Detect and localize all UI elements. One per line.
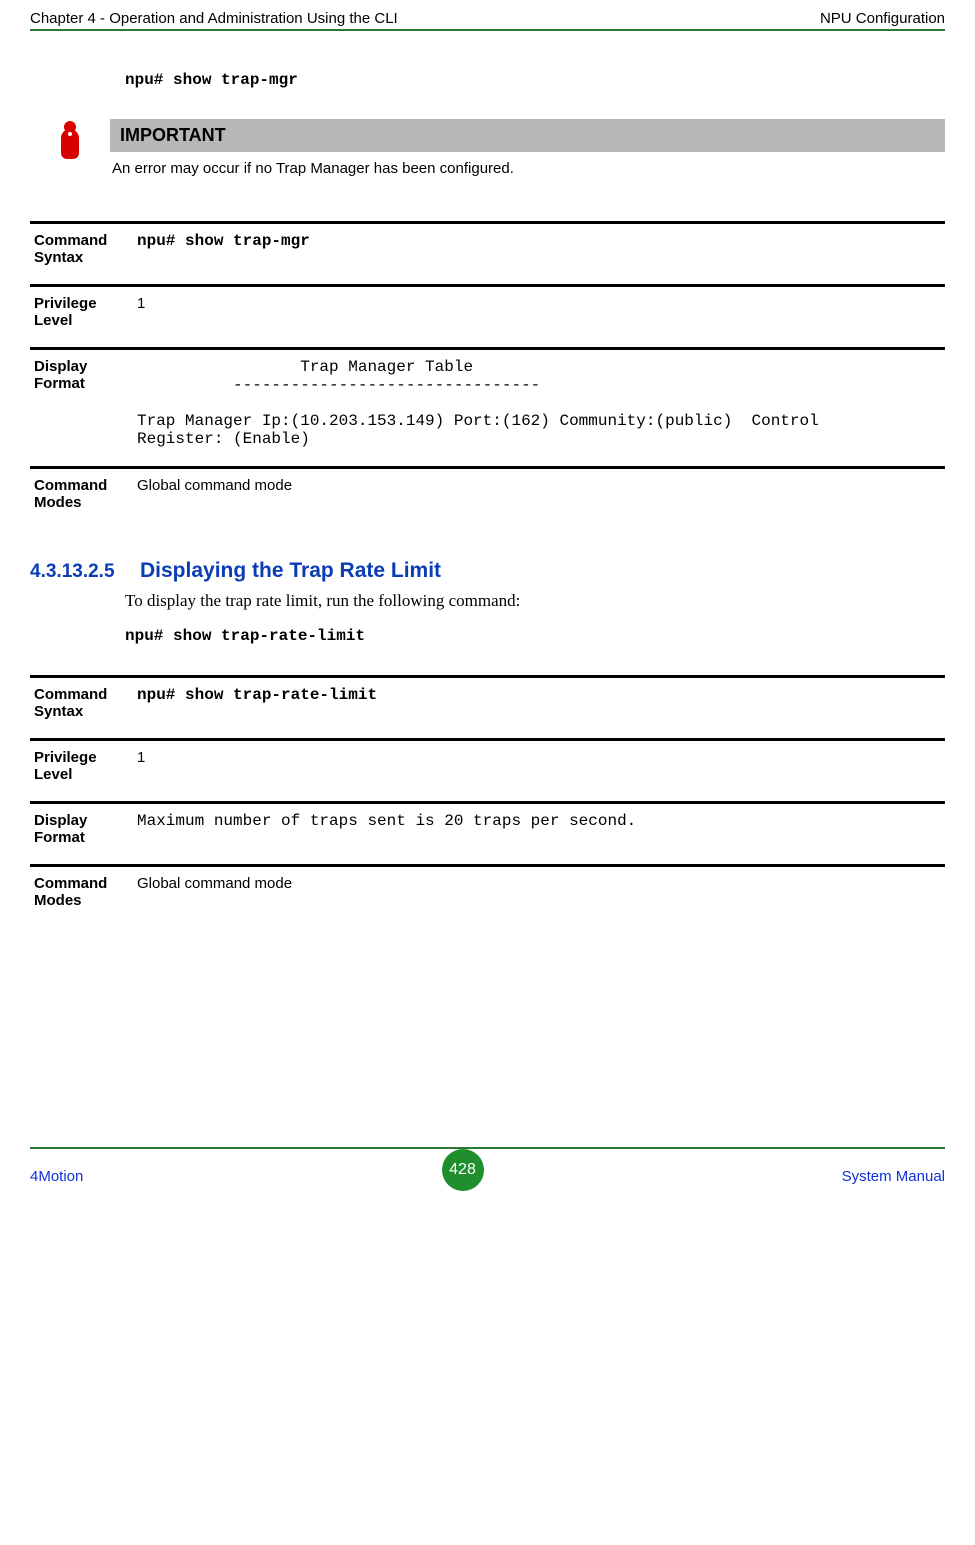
privilege-label-2: Privilege Level	[30, 740, 133, 803]
section-content: To display the trap rate limit, run the …	[125, 591, 940, 645]
important-callout: IMPORTANT An error may occur if no Trap …	[30, 119, 945, 181]
important-body: IMPORTANT An error may occur if no Trap …	[110, 119, 945, 181]
section-title: Displaying the Trap Rate Limit	[140, 559, 441, 583]
privilege-label: Privilege Level	[30, 286, 133, 349]
command-modes-value-2: Global command mode	[133, 866, 945, 928]
page-footer: 4Motion 428 System Manual	[30, 1155, 945, 1207]
header-rule	[30, 29, 945, 31]
definition-table-2: Command Syntax npu# show trap-rate-limit…	[30, 675, 945, 927]
page-container: Chapter 4 - Operation and Administration…	[0, 0, 975, 1207]
footer-left: 4Motion	[30, 1168, 83, 1185]
definition-table-1: Command Syntax npu# show trap-mgr Privil…	[30, 221, 945, 529]
display-format-value-2: Maximum number of traps sent is 20 traps…	[133, 803, 945, 866]
command-modes-label: Command Modes	[30, 468, 133, 530]
privilege-value: 1	[133, 286, 945, 349]
footer-wrap: 4Motion 428 System Manual	[30, 1147, 945, 1207]
page-header: Chapter 4 - Operation and Administration…	[30, 10, 945, 29]
syntax-value: npu# show trap-mgr	[133, 223, 945, 286]
important-title: IMPORTANT	[110, 119, 945, 152]
command-line-1: npu# show trap-mgr	[125, 71, 940, 89]
command-line-2: npu# show trap-rate-limit	[125, 627, 940, 645]
display-format-label: Display Format	[30, 349, 133, 468]
content-area: npu# show trap-mgr	[125, 71, 940, 89]
syntax-label: Command Syntax	[30, 223, 133, 286]
command-modes-label-2: Command Modes	[30, 866, 133, 928]
section-body: To display the trap rate limit, run the …	[125, 591, 940, 611]
syntax-label-2: Command Syntax	[30, 677, 133, 740]
section-heading: 4.3.13.2.5 Displaying the Trap Rate Limi…	[30, 559, 945, 583]
section-number: 4.3.13.2.5	[30, 561, 140, 583]
info-icon	[30, 119, 110, 159]
display-format-label-2: Display Format	[30, 803, 133, 866]
display-format-value: Trap Manager Table ---------------------…	[133, 349, 945, 468]
page-number-badge: 428	[442, 1149, 484, 1191]
footer-right: System Manual	[842, 1168, 945, 1185]
privilege-value-2: 1	[133, 740, 945, 803]
command-modes-value: Global command mode	[133, 468, 945, 530]
header-right: NPU Configuration	[820, 10, 945, 27]
footer-rule	[30, 1147, 945, 1149]
syntax-value-2: npu# show trap-rate-limit	[133, 677, 945, 740]
important-text: An error may occur if no Trap Manager ha…	[110, 152, 945, 181]
header-left: Chapter 4 - Operation and Administration…	[30, 10, 398, 27]
